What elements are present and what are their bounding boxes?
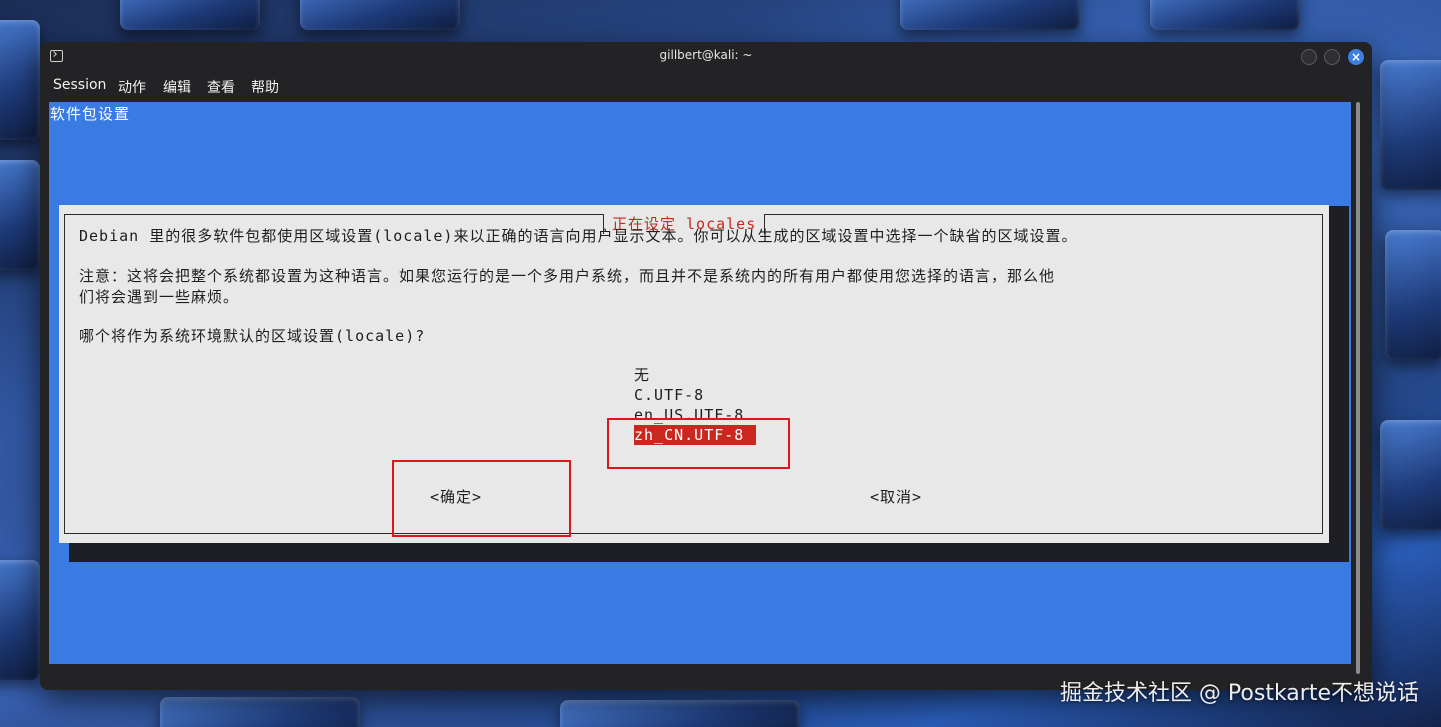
wallpaper-key bbox=[1380, 420, 1441, 530]
terminal-window: gillbert@kali: ~ × Session 动作 编辑 查看 帮助 软… bbox=[40, 42, 1372, 690]
wallpaper-key bbox=[900, 0, 1080, 30]
annotation-box-selected-locale bbox=[607, 418, 790, 469]
wallpaper-key bbox=[1385, 230, 1441, 360]
wallpaper-key bbox=[0, 20, 40, 140]
menu-bar: Session 动作 编辑 查看 帮助 bbox=[40, 72, 1372, 102]
locale-option[interactable]: 无 bbox=[634, 365, 650, 385]
annotation-box-ok-button bbox=[392, 460, 571, 537]
locale-option[interactable]: C.UTF-8 bbox=[634, 385, 704, 405]
watermark: 掘金技术社区 @ Postkarte不想说话 bbox=[1059, 681, 1419, 706]
backtitle: 软件包设置 bbox=[50, 105, 131, 123]
locale-dialog: 正在设定 locales Debian 里的很多软件包都使用区域设置(local… bbox=[59, 205, 1329, 543]
wallpaper-key bbox=[300, 0, 460, 30]
wallpaper-key bbox=[0, 160, 40, 270]
note-line-continued: 们将会遇到一些麻烦。 bbox=[79, 288, 240, 306]
minimize-button[interactable] bbox=[1301, 49, 1317, 65]
wallpaper-key bbox=[560, 700, 800, 727]
menu-view[interactable]: 查看 bbox=[207, 77, 235, 97]
description-line: Debian 里的很多软件包都使用区域设置(locale)来以正确的语言向用户显… bbox=[79, 227, 1078, 245]
wallpaper-key bbox=[120, 0, 260, 30]
wallpaper-key bbox=[0, 560, 40, 680]
question-text: 哪个将作为系统环境默认的区域设置(locale)? bbox=[79, 327, 426, 345]
wallpaper-key bbox=[1380, 60, 1441, 190]
menu-actions[interactable]: 动作 bbox=[118, 77, 146, 97]
wallpaper-key bbox=[160, 697, 360, 727]
window-title: gillbert@kali: ~ bbox=[659, 48, 753, 62]
title-bar: gillbert@kali: ~ × bbox=[40, 42, 1372, 72]
note-line: 注意：这将会把整个系统都设置为这种语言。如果您运行的是一个多用户系统，而且并不是… bbox=[79, 267, 1056, 285]
menu-edit[interactable]: 编辑 bbox=[163, 77, 191, 97]
scrollbar[interactable] bbox=[1356, 102, 1360, 674]
close-button[interactable]: × bbox=[1348, 49, 1364, 65]
terminal-area[interactable]: 软件包设置 正在设定 locales Debian 里的很多软件包都使用区域设置… bbox=[49, 102, 1351, 664]
menu-help[interactable]: 帮助 bbox=[251, 77, 279, 97]
wallpaper-key bbox=[1150, 0, 1300, 30]
menu-session[interactable]: Session bbox=[53, 77, 106, 93]
maximize-button[interactable] bbox=[1324, 49, 1340, 65]
cancel-button[interactable]: <取消> bbox=[870, 486, 922, 507]
dialog-frame: 正在设定 locales Debian 里的很多软件包都使用区域设置(local… bbox=[64, 214, 1323, 534]
